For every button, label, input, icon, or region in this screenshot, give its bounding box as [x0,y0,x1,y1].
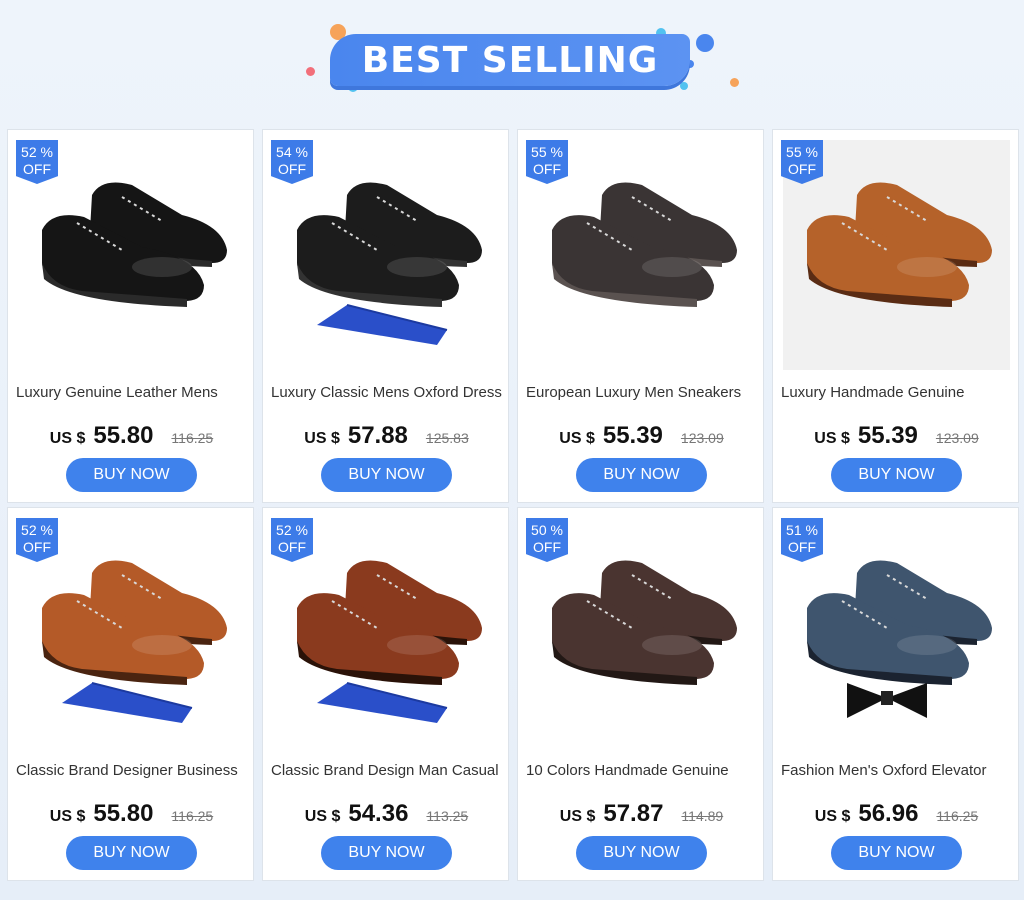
header-banner: BEST SELLING [0,0,1024,120]
product-title[interactable]: Luxury Genuine Leather Mens [16,384,248,401]
buy-now-button[interactable]: BUY NOW [576,458,707,492]
product-card[interactable]: 52 % OFF Classic Brand Designer Business… [7,507,254,881]
decor-dot [306,67,315,76]
original-price: 116.25 [171,808,214,824]
original-price: 125.83 [425,430,469,446]
discount-value: 50 % [531,522,563,538]
discount-off-label: OFF [278,539,306,555]
discount-badge: 54 % OFF [271,140,313,184]
discount-off-label: OFF [788,161,816,177]
product-title[interactable]: Classic Brand Designer Business [16,762,248,779]
discount-badge: 55 % OFF [781,140,823,184]
buy-now-button[interactable]: BUY NOW [831,836,962,870]
product-card[interactable]: 55 % OFF European Luxury Men Sneakers US… [517,129,764,503]
original-price: 116.25 [171,430,214,446]
original-price: 116.25 [936,808,979,824]
discount-off-label: OFF [23,161,51,177]
currency-label: US $ [304,430,340,447]
sale-price: 55.80 [93,422,154,449]
currency-label: US $ [304,808,341,825]
product-card[interactable]: 50 % OFF 10 Colors Handmade Genuine US $… [517,507,764,881]
discount-badge: 52 % OFF [16,140,58,184]
discount-badge: 50 % OFF [526,518,568,562]
original-price: 113.25 [426,808,469,824]
sale-price: 57.87 [603,800,664,827]
price-row: US $ 55.80 116.25 [8,800,255,828]
discount-value: 51 % [786,522,818,538]
sale-price: 55.39 [857,422,918,449]
discount-badge: 55 % OFF [526,140,568,184]
discount-value: 52 % [276,522,308,538]
discount-value: 55 % [786,144,818,160]
discount-badge: 52 % OFF [16,518,58,562]
discount-value: 52 % [21,522,53,538]
currency-label: US $ [814,430,850,447]
sale-price: 57.88 [347,422,408,449]
price-row: US $ 55.80 116.25 [8,422,255,450]
currency-label: US $ [559,430,595,447]
product-card[interactable]: 52 % OFF Classic Brand Design Man Casual… [262,507,509,881]
price-row: US $ 56.96 116.25 [773,800,1020,828]
product-title[interactable]: 10 Colors Handmade Genuine [526,762,758,779]
discount-badge: 51 % OFF [781,518,823,562]
discount-off-label: OFF [23,539,51,555]
price-row: US $ 54.36 113.25 [263,800,510,828]
product-title[interactable]: Fashion Men's Oxford Elevator [781,762,1013,779]
sale-price: 55.39 [602,422,663,449]
buy-now-button[interactable]: BUY NOW [66,458,197,492]
page-title: BEST SELLING [330,34,690,86]
product-card[interactable]: 52 % OFF Luxury Genuine Leather Mens US … [7,129,254,503]
discount-off-label: OFF [788,539,816,555]
currency-label: US $ [559,808,596,825]
product-title[interactable]: Classic Brand Design Man Casual [271,762,503,779]
sale-price: 56.96 [858,800,919,827]
original-price: 123.09 [935,430,979,446]
currency-label: US $ [814,808,851,825]
discount-off-label: OFF [533,161,561,177]
buy-now-button[interactable]: BUY NOW [66,836,197,870]
discount-value: 52 % [21,144,53,160]
buy-now-button[interactable]: BUY NOW [321,458,452,492]
price-row: US $ 57.88 125.83 [263,422,510,450]
product-card[interactable]: 54 % OFF Luxury Classic Mens Oxford Dres… [262,129,509,503]
decor-dot [696,34,714,52]
sale-price: 54.36 [348,800,409,827]
buy-now-button[interactable]: BUY NOW [831,458,962,492]
price-row: US $ 55.39 123.09 [518,422,765,450]
price-row: US $ 57.87 114.89 [518,800,765,828]
product-title[interactable]: European Luxury Men Sneakers [526,384,758,401]
currency-label: US $ [49,808,86,825]
product-title[interactable]: Luxury Handmade Genuine [781,384,1013,401]
buy-now-button[interactable]: BUY NOW [576,836,707,870]
buy-now-button[interactable]: BUY NOW [321,836,452,870]
price-row: US $ 55.39 123.09 [773,422,1020,450]
original-price: 123.09 [680,430,724,446]
product-grid: 52 % OFF Luxury Genuine Leather Mens US … [7,129,1020,881]
product-title[interactable]: Luxury Classic Mens Oxford Dress [271,384,503,401]
decor-dot [680,82,688,90]
original-price: 114.89 [681,808,724,824]
discount-badge: 52 % OFF [271,518,313,562]
discount-off-label: OFF [278,161,306,177]
discount-off-label: OFF [533,539,561,555]
product-card[interactable]: 51 % OFF Fashion Men's Oxford Elevator U… [772,507,1019,881]
currency-label: US $ [49,430,86,447]
sale-price: 55.80 [93,800,154,827]
decor-dot [730,78,739,87]
product-card[interactable]: 55 % OFF Luxury Handmade Genuine US $ 55… [772,129,1019,503]
discount-value: 54 % [276,144,308,160]
discount-value: 55 % [531,144,563,160]
